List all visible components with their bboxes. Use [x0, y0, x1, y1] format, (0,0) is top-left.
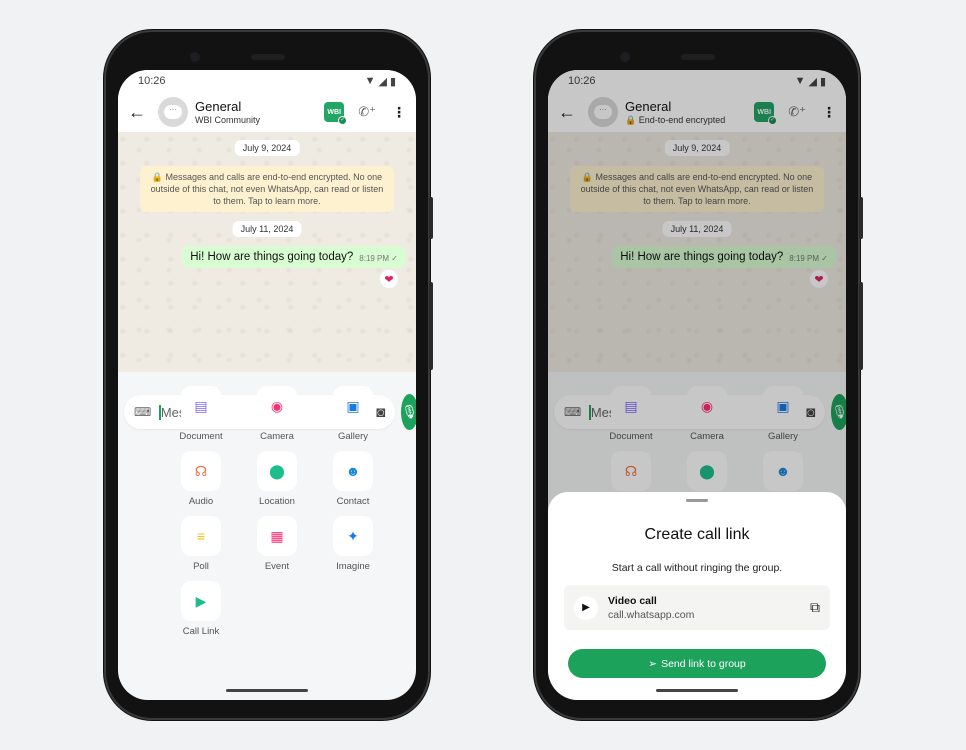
more-options-icon[interactable]: ⋮: [392, 104, 406, 121]
volume-button: [429, 282, 433, 370]
battery-icon: ▮: [389, 75, 396, 88]
attach-label: Document: [179, 431, 223, 442]
phone-left: 10:26 ▼ ◢ ▮ ← ··· General WBI Community …: [106, 32, 433, 718]
attachment-grid: ▤ Document ◉ Camera ▣ Gallery ☊ Audio ⬤ Location ☻…: [163, 386, 391, 638]
attach-label: Location: [259, 496, 295, 507]
date-divider: July 9, 2024: [234, 140, 300, 156]
attach-contact[interactable]: ☻ Contact: [315, 451, 391, 508]
front-camera: [190, 52, 200, 62]
attach-call-link[interactable]: ▶ Call Link: [163, 581, 239, 638]
attach-location[interactable]: ⬤ Location: [239, 451, 315, 508]
wifi-icon: ▼: [364, 75, 376, 87]
call-link-card[interactable]: ▶ Video call call.whatsapp.com ⧉: [564, 585, 830, 630]
attach-label: Audio: [188, 496, 214, 507]
attach-headphones[interactable]: ☊ Audio: [163, 451, 239, 508]
power-button: [859, 197, 863, 239]
chat-title-block[interactable]: General WBI Community: [195, 99, 324, 125]
microphone-icon: 🎙: [401, 404, 416, 419]
signal-icon: ◢: [378, 75, 387, 88]
date-divider: July 11, 2024: [232, 221, 302, 237]
attach-document[interactable]: ▤ Document: [163, 386, 239, 443]
attach-label: Imagine: [336, 561, 370, 572]
poll-icon: ≡: [181, 516, 221, 556]
keyboard-icon[interactable]: ⌨: [134, 405, 151, 419]
headphones-icon: ☊: [181, 451, 221, 491]
create-call-link-sheet: Create call link Start a call without ri…: [548, 492, 846, 700]
call-link-url: call.whatsapp.com: [608, 608, 695, 621]
attach-label: Gallery: [337, 431, 369, 442]
chat-title: General: [195, 99, 242, 114]
attach-poll[interactable]: ≡ Poll: [163, 516, 239, 573]
power-button: [429, 197, 433, 239]
screen: 10:26 ▼ ◢ ▮ ← ··· General 🔒 End-to-end e…: [548, 70, 846, 700]
back-arrow-icon[interactable]: ←: [128, 102, 150, 123]
attach-label: Camera: [260, 431, 294, 442]
video-call-link-icon: ▶: [574, 595, 598, 620]
attach-label: Call Link: [182, 626, 220, 637]
earpiece-speaker: [251, 54, 285, 60]
sheet-subtitle: Start a call without ringing the group.: [611, 562, 783, 574]
heart-reaction-icon[interactable]: ❤: [380, 270, 398, 288]
send-icon: ➢: [648, 657, 658, 670]
camera-icon: ◉: [257, 386, 297, 426]
wbi-community-icon[interactable]: WBI ✓: [324, 102, 348, 125]
send-link-label: Send link to group: [661, 657, 746, 670]
front-camera: [620, 52, 630, 62]
status-bar: 10:26 ▼ ◢ ▮: [118, 70, 416, 92]
sent-check-icon: ✓: [391, 254, 398, 263]
attach-label: Event: [264, 561, 290, 572]
group-avatar[interactable]: ···: [158, 97, 188, 127]
message-text: Hi! How are things going today?: [190, 251, 354, 263]
attach-label: Poll: [193, 561, 209, 572]
attach-event[interactable]: ▦ Event: [239, 516, 315, 573]
chat-area: July 9, 2024 🔒 Messages and calls are en…: [118, 132, 416, 430]
home-indicator[interactable]: [226, 689, 308, 692]
attach-imagine[interactable]: ✦ Imagine: [315, 516, 391, 573]
call-link-icon: ▶: [181, 581, 221, 621]
imagine-icon: ✦: [333, 516, 373, 556]
screen: 10:26 ▼ ◢ ▮ ← ··· General WBI Community …: [118, 70, 416, 700]
volume-button: [859, 282, 863, 370]
gallery-icon: ▣: [333, 386, 373, 426]
chat-header: ← ··· General WBI Community WBI ✓ ✆⁺ ⋮: [118, 92, 416, 132]
mic-button[interactable]: 🎙: [401, 394, 416, 430]
earpiece-speaker: [681, 54, 715, 60]
location-icon: ⬤: [257, 451, 297, 491]
phone-right: 10:26 ▼ ◢ ▮ ← ··· General 🔒 End-to-end e…: [536, 32, 863, 718]
copy-icon[interactable]: ⧉: [810, 599, 820, 616]
chat-bubble-icon: ···: [164, 105, 182, 119]
send-link-button[interactable]: ➢ Send link to group: [568, 649, 826, 678]
check-icon: ✓: [338, 116, 348, 125]
sheet-drag-handle[interactable]: [686, 499, 708, 502]
encryption-notice[interactable]: 🔒 Messages and calls are end-to-end encr…: [140, 166, 394, 212]
home-indicator[interactable]: [656, 689, 738, 692]
attach-camera[interactable]: ◉ Camera: [239, 386, 315, 443]
attach-gallery[interactable]: ▣ Gallery: [315, 386, 391, 443]
contact-icon: ☻: [333, 451, 373, 491]
status-time: 10:26: [138, 75, 166, 87]
chat-subtitle: WBI Community: [195, 115, 261, 125]
call-type: Video call: [608, 594, 657, 607]
document-icon: ▤: [181, 386, 221, 426]
attach-label: Contact: [336, 496, 370, 507]
sheet-title: Create call link: [644, 526, 750, 543]
event-icon: ▦: [257, 516, 297, 556]
outgoing-message[interactable]: Hi! How are things going today? 8:19 PM …: [182, 246, 406, 268]
message-time: 8:19 PM: [359, 254, 390, 263]
add-call-icon[interactable]: ✆⁺: [358, 104, 376, 120]
